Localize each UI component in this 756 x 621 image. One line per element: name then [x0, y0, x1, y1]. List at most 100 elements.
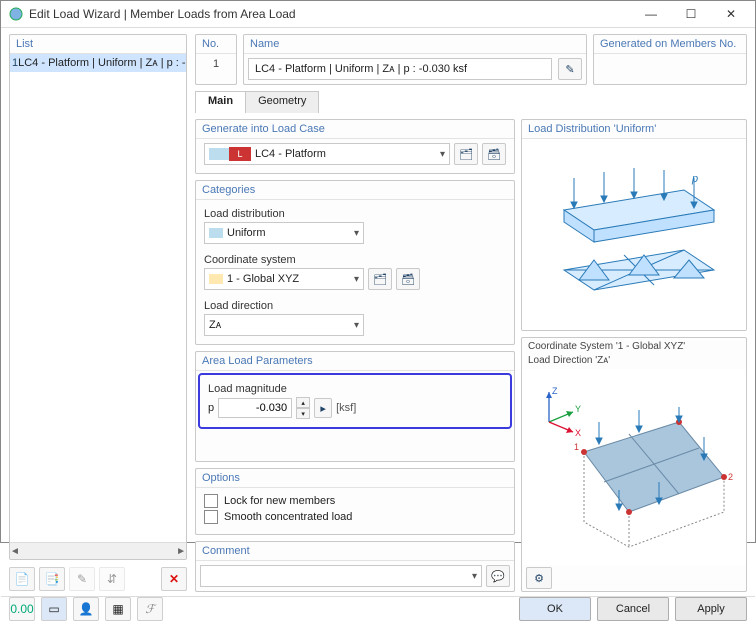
magnitude-unit: [ksf] — [336, 402, 356, 414]
smooth-checkbox-row[interactable]: Smooth concentrated load — [204, 510, 506, 524]
area-load-params-panel: Area Load Parameters Load magnitude p ▴▾… — [195, 351, 515, 462]
comment-pick-button[interactable]: 💬 — [486, 565, 510, 587]
loadcase-combo[interactable]: L LC4 - Platform ▾ — [204, 143, 450, 165]
lock-checkbox-row[interactable]: Lock for new members — [204, 494, 506, 508]
toolbar-button-3[interactable]: ✎ — [69, 567, 95, 591]
preview-direction-image: Z Y X — [522, 369, 746, 565]
preview-settings-button[interactable]: ⚙ — [526, 567, 552, 589]
coord-new-button[interactable]: 🗂 — [368, 268, 392, 290]
coord-system-label: Coordinate system — [204, 254, 506, 266]
area-load-params-title: Area Load Parameters — [196, 352, 514, 371]
help-button[interactable]: ℱ — [137, 597, 163, 621]
generated-panel: Generated on Members No. — [593, 34, 747, 85]
magnitude-calc-button[interactable]: ▸ — [314, 398, 332, 418]
view-mode-1-button[interactable]: ▭ — [41, 597, 67, 621]
copy-item-button[interactable]: 📑 — [39, 567, 65, 591]
load-distribution-value: Uniform — [227, 227, 266, 239]
preview-coord-title: Coordinate System '1 - Global XYZ' — [522, 338, 746, 355]
form-area: Generate into Load Case L LC4 - Platform… — [195, 119, 747, 592]
preview-distribution-panel: Load Distribution 'Uniform' p — [521, 119, 747, 331]
comment-title: Comment — [196, 542, 514, 561]
load-distribution-combo[interactable]: Uniform ▾ — [204, 222, 364, 244]
no-panel: No. 1 — [195, 34, 237, 85]
chevron-down-icon: ▾ — [354, 274, 359, 285]
area-load-params-highlight: Load magnitude p ▴▾ ▸ [ksf] — [198, 373, 512, 429]
svg-text:Z: Z — [552, 386, 558, 396]
preview-direction-panel: Coordinate System '1 - Global XYZ' Load … — [521, 337, 747, 592]
tab-geometry[interactable]: Geometry — [245, 91, 319, 113]
comment-combo[interactable]: ▾ — [200, 565, 482, 587]
lock-checkbox[interactable] — [204, 494, 218, 508]
loadcase-chip: L — [229, 147, 251, 161]
list-item-text: LC4 - Platform | Uniform | Zᴀ | p : -0.0… — [18, 57, 186, 69]
svg-text:2: 2 — [728, 472, 733, 482]
close-button[interactable]: ✕ — [711, 1, 751, 27]
dialog-window: Edit Load Wizard | Member Loads from Are… — [0, 0, 756, 543]
magnitude-input[interactable] — [218, 398, 292, 418]
main-column: No. 1 Name LC4 - Platform | Uniform | Zᴀ… — [195, 34, 747, 592]
loadcase-new-button[interactable]: 🗂 — [454, 143, 478, 165]
generated-title: Generated on Members No. — [594, 35, 746, 54]
list-toolbar: 📄 📑 ✎ ⇵ ✕ — [9, 566, 187, 592]
window-buttons: — ☐ ✕ — [631, 1, 751, 27]
load-direction-label: Load direction — [204, 300, 506, 312]
loadcase-panel: Generate into Load Case L LC4 - Platform… — [195, 119, 515, 174]
coord-system-combo[interactable]: 1 - Global XYZ ▾ — [204, 268, 364, 290]
list-title: List — [10, 35, 186, 54]
list-body[interactable]: 1 LC4 - Platform | Uniform | Zᴀ | p : -0… — [10, 54, 186, 542]
smooth-checkbox[interactable] — [204, 510, 218, 524]
chevron-down-icon: ▾ — [440, 149, 445, 160]
app-icon — [9, 7, 23, 21]
window-title: Edit Load Wizard | Member Loads from Are… — [29, 7, 631, 21]
categories-title: Categories — [196, 181, 514, 200]
edit-name-button[interactable]: ✎ — [558, 58, 582, 80]
list-panel: List 1 LC4 - Platform | Uniform | Zᴀ | p… — [9, 34, 187, 560]
new-item-button[interactable]: 📄 — [9, 567, 35, 591]
apply-button[interactable]: Apply — [675, 597, 747, 621]
coord-system-value: 1 - Global XYZ — [227, 273, 299, 285]
chevron-down-icon: ▾ — [354, 320, 359, 331]
delete-item-button[interactable]: ✕ — [161, 567, 187, 591]
load-direction-value: Zᴀ — [209, 319, 221, 331]
svg-text:Y: Y — [575, 404, 581, 414]
view-mode-2-button[interactable]: 👤 — [73, 597, 99, 621]
name-value: LC4 - Platform | Uniform | Zᴀ | p : -0.0… — [255, 63, 467, 75]
dialog-body: List 1 LC4 - Platform | Uniform | Zᴀ | p… — [1, 28, 755, 596]
svg-text:X: X — [575, 428, 581, 438]
titlebar: Edit Load Wizard | Member Loads from Are… — [1, 1, 755, 28]
load-magnitude-label: Load magnitude — [208, 383, 502, 395]
minimize-button[interactable]: — — [631, 1, 671, 27]
view-mode-3-button[interactable]: ▦ — [105, 597, 131, 621]
preview-distribution-title: Load Distribution 'Uniform' — [522, 120, 746, 139]
coord-library-button[interactable]: 🗃 — [396, 268, 420, 290]
form-left: Generate into Load Case L LC4 - Platform… — [195, 119, 515, 592]
magnitude-spinner[interactable]: ▴▾ — [296, 397, 310, 419]
options-title: Options — [196, 469, 514, 488]
svg-text:1: 1 — [574, 442, 579, 452]
preview-direction-title: Load Direction 'Zᴀ' — [522, 355, 746, 369]
comment-panel: Comment ▾ 💬 — [195, 541, 515, 592]
name-field[interactable]: LC4 - Platform | Uniform | Zᴀ | p : -0.0… — [248, 58, 552, 80]
tab-strip: Main Geometry — [195, 91, 747, 113]
load-distribution-label: Load distribution — [204, 208, 506, 220]
chevron-down-icon: ▾ — [472, 571, 477, 582]
left-column: List 1 LC4 - Platform | Uniform | Zᴀ | p… — [9, 34, 187, 592]
preview-column: Load Distribution 'Uniform' p — [521, 119, 747, 592]
load-direction-combo[interactable]: Zᴀ ▾ — [204, 314, 364, 336]
preview-distribution-image: p — [522, 139, 746, 330]
loadcase-value: LC4 - Platform — [255, 148, 326, 160]
cancel-button[interactable]: Cancel — [597, 597, 669, 621]
units-button[interactable]: 0.00 — [9, 597, 35, 621]
loadcase-library-button[interactable]: 🗃 — [482, 143, 506, 165]
toolbar-button-4[interactable]: ⇵ — [99, 567, 125, 591]
name-panel: Name LC4 - Platform | Uniform | Zᴀ | p :… — [243, 34, 587, 85]
list-item[interactable]: 1 LC4 - Platform | Uniform | Zᴀ | p : -0… — [10, 54, 186, 72]
tab-main[interactable]: Main — [195, 91, 246, 113]
maximize-button[interactable]: ☐ — [671, 1, 711, 27]
name-title: Name — [244, 35, 586, 54]
categories-panel: Categories Load distribution Uniform ▾ C… — [195, 180, 515, 345]
bottom-bar: 0.00 ▭ 👤 ▦ ℱ OK Cancel Apply — [1, 596, 755, 621]
magnitude-symbol: p — [208, 402, 214, 414]
list-hscrollbar[interactable]: ◄► — [10, 542, 186, 559]
ok-button[interactable]: OK — [519, 597, 591, 621]
